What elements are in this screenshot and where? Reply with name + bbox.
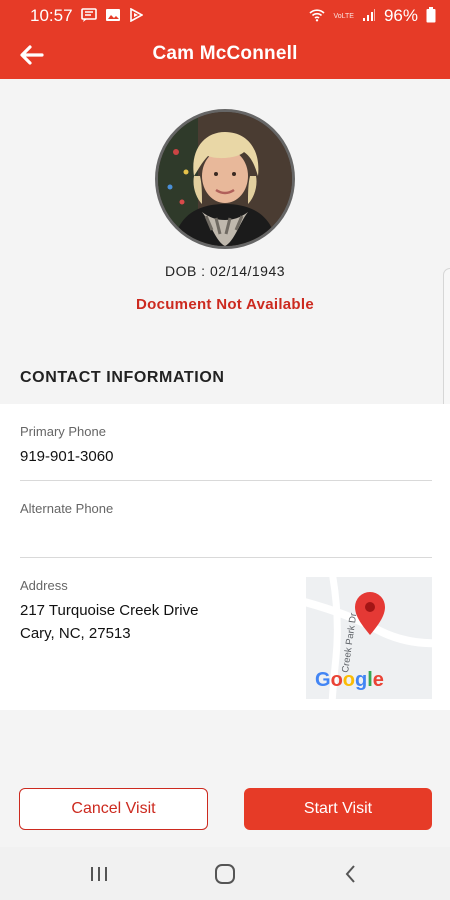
status-bar: 10:57 VoLTE 96% [0, 0, 450, 32]
signal-icon [362, 8, 376, 24]
recent-apps-button[interactable] [84, 861, 114, 887]
chevron-left-icon [345, 865, 355, 883]
primary-phone-label: Primary Phone [20, 424, 106, 439]
status-time: 10:57 [30, 6, 73, 25]
battery-icon [426, 7, 436, 25]
page-title: Cam McConnell [152, 43, 298, 64]
address-line-2: Cary, NC, 27513 [20, 625, 131, 642]
address-label: Address [20, 578, 68, 593]
avatar [155, 109, 295, 249]
start-visit-button[interactable]: Start Visit [244, 788, 432, 830]
system-back-button[interactable] [336, 861, 366, 887]
recent-apps-icon [91, 867, 107, 881]
app-bar: Cam McConnell [0, 32, 450, 79]
play-icon [129, 7, 144, 24]
date-of-birth: DOB : 02/14/1943 [164, 263, 286, 279]
divider [20, 480, 432, 481]
divider [20, 557, 432, 558]
home-icon [215, 864, 235, 884]
alternate-phone-label: Alternate Phone [20, 501, 114, 516]
battery-percent: 96% [383, 6, 418, 25]
profile-photo [158, 112, 292, 246]
address-line-1: 217 Turquoise Creek Drive [20, 602, 199, 619]
map-graphic: Creek Park Dr Google [306, 577, 432, 699]
wifi-icon [309, 8, 326, 24]
network-type-label: VoLTE [333, 12, 354, 20]
google-logo: Google [315, 669, 384, 691]
home-button[interactable] [210, 861, 240, 887]
message-icon [80, 8, 97, 24]
contact-section-heading: CONTACT INFORMATION [20, 369, 225, 386]
address-map[interactable]: Creek Park Dr Google [306, 577, 432, 699]
status-left: 10:57 [30, 6, 144, 26]
image-icon [105, 8, 121, 24]
cancel-visit-button[interactable]: Cancel Visit [19, 788, 208, 830]
status-right: VoLTE 96% [309, 6, 436, 26]
primary-phone-value[interactable]: 919-901-3060 [20, 446, 113, 468]
contact-card: Primary Phone 919-901-3060 Alternate Pho… [0, 404, 450, 710]
document-status: Document Not Available [135, 296, 315, 313]
system-nav-bar [0, 847, 450, 900]
